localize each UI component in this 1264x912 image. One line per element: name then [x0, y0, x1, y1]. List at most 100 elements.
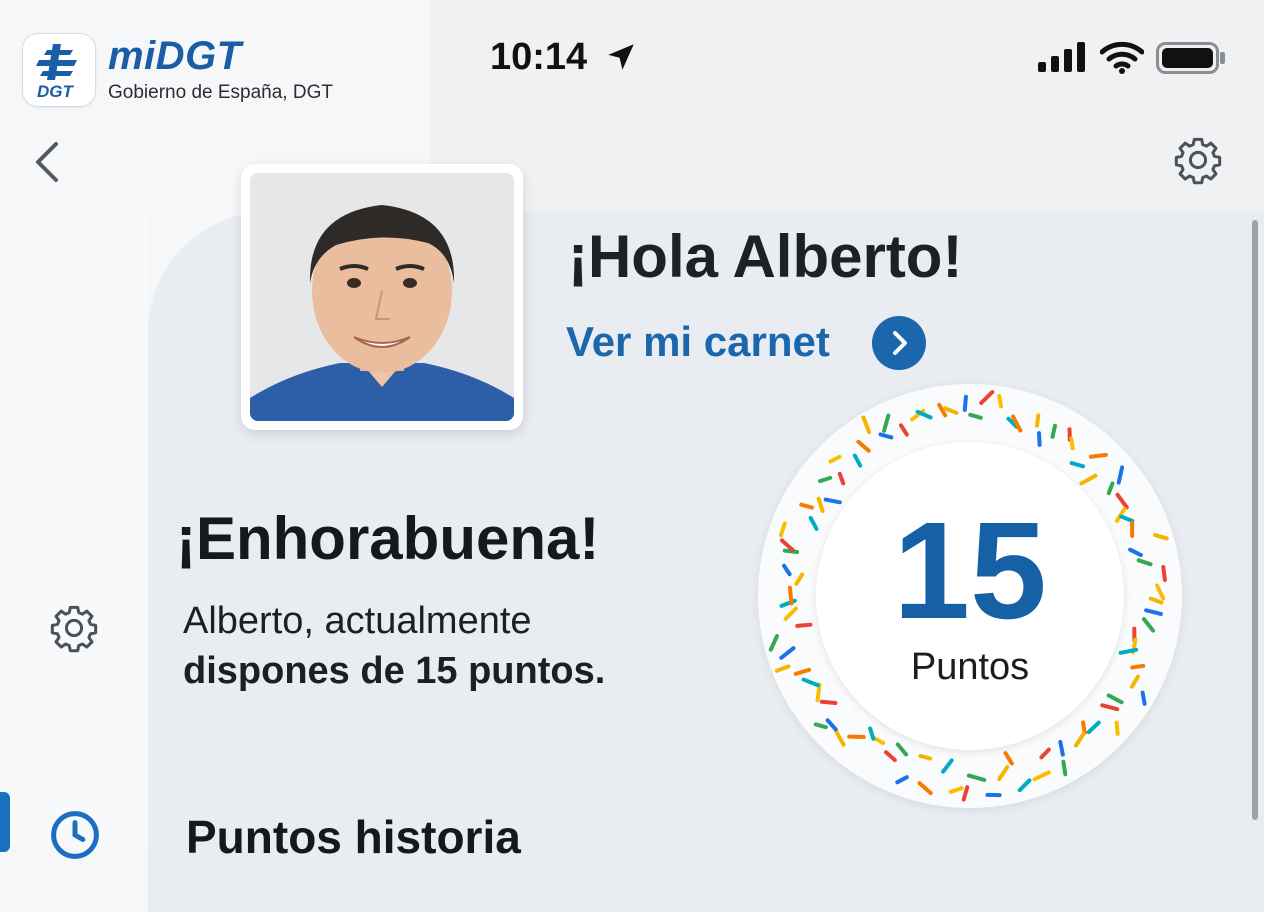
confetti-dash — [1151, 599, 1162, 603]
scrollbar[interactable] — [1252, 220, 1258, 820]
confetti-dash — [1144, 619, 1153, 630]
points-label: Puntos — [816, 646, 1124, 689]
confetti-dash — [999, 396, 1001, 406]
confetti-dash — [858, 442, 868, 451]
confetti-dash — [822, 702, 836, 703]
confetti-dash — [1091, 455, 1106, 457]
confetti-dash — [1130, 550, 1141, 555]
active-nav-indicator — [0, 792, 10, 852]
signal-icon — [1038, 42, 1088, 72]
confetti-dash — [1053, 426, 1055, 437]
confetti-dash — [820, 478, 830, 481]
confetti-dash — [796, 670, 809, 674]
confetti-dash — [1083, 722, 1085, 732]
confetti-dash — [1072, 463, 1083, 466]
location-arrow-icon — [604, 40, 638, 74]
chevron-left-icon[interactable] — [30, 138, 66, 186]
confetti-dash — [884, 416, 888, 431]
confetti-dash — [999, 767, 1007, 779]
confetti-dash — [1109, 695, 1122, 702]
confetti-dash — [981, 392, 992, 403]
confetti-dash — [840, 474, 843, 484]
confetti-dash — [796, 574, 802, 583]
confetti-dash — [1143, 693, 1145, 704]
confetti-dash — [1155, 535, 1167, 538]
confetti-dash — [1132, 666, 1143, 668]
confetti-dash — [1157, 586, 1163, 599]
confetti-dash — [1060, 742, 1063, 755]
greeting-title: ¡Hola Alberto! — [568, 222, 962, 291]
confetti-dash — [1041, 750, 1048, 758]
confetti-dash — [1035, 772, 1049, 779]
confetti-dash — [918, 412, 931, 418]
confetti-dash — [1146, 610, 1161, 614]
confetti-dash — [943, 760, 952, 771]
confetti-dash — [886, 752, 895, 760]
logo-text: DGT — [37, 82, 73, 102]
confetti-dash — [870, 729, 873, 739]
confetti-dash — [1102, 705, 1117, 709]
confetti-dash — [855, 456, 860, 466]
confetti-dash — [965, 397, 966, 410]
confetti-dash — [1117, 723, 1118, 734]
confetti-dash — [1119, 467, 1122, 482]
confetti-dash — [1037, 415, 1038, 425]
points-message-line1: Alberto, actualmente — [183, 600, 532, 643]
gear-icon[interactable] — [1172, 134, 1224, 186]
status-time: 10:14 — [490, 36, 587, 79]
confetti-dash — [874, 738, 883, 743]
confetti-dash — [784, 566, 790, 574]
confetti-dash — [945, 408, 956, 413]
app-subtitle: Gobierno de España, DGT — [108, 82, 333, 104]
confetti-dash — [1163, 567, 1165, 580]
confetti-dash — [1063, 762, 1065, 774]
confetti-dash — [801, 505, 812, 508]
confetti-dash — [797, 625, 810, 626]
confetti-dash — [786, 608, 796, 618]
points-gauge: 15 Puntos — [758, 384, 1182, 808]
confetti-dash — [969, 776, 984, 780]
confetti-dash — [863, 418, 869, 433]
gear-icon[interactable] — [48, 602, 100, 654]
congrats-title: ¡Enhorabuena! — [176, 504, 599, 573]
app-name: miDGT — [108, 34, 242, 79]
confetti-dash — [1071, 438, 1072, 448]
header-background — [430, 0, 1264, 212]
confetti-dash — [1081, 476, 1095, 484]
confetti-dash — [897, 777, 907, 782]
confetti-dash — [828, 720, 836, 729]
confetti-dash — [1132, 677, 1138, 687]
dgt-logo: DGT — [22, 33, 96, 107]
confetti-dash — [881, 434, 892, 437]
confetti-dash — [1089, 723, 1099, 733]
confetti-dash — [782, 540, 793, 550]
confetti-dash — [1006, 753, 1012, 763]
view-license-link[interactable]: Ver mi carnet — [566, 318, 830, 366]
confetti-dash — [781, 648, 793, 658]
clock-icon[interactable] — [48, 808, 102, 862]
confetti-dash — [964, 787, 967, 799]
confetti-dash — [771, 636, 777, 650]
confetti-dash — [777, 666, 789, 670]
confetti-dash — [951, 788, 962, 792]
side-rail — [0, 212, 148, 848]
confetti-dash — [1109, 483, 1113, 493]
confetti-dash — [901, 425, 907, 434]
confetti-dash — [836, 731, 844, 745]
confetti-dash — [830, 457, 839, 462]
confetti-dash — [1139, 560, 1151, 564]
confetti-dash — [790, 588, 792, 604]
confetti-dash — [920, 756, 930, 759]
profile-photo-frame — [241, 164, 523, 430]
profile-photo — [250, 173, 514, 421]
battery-icon — [1156, 42, 1226, 74]
confetti-dash — [898, 744, 906, 754]
chevron-right-circle-icon[interactable] — [872, 316, 926, 370]
confetti-dash — [816, 724, 826, 727]
confetti-dash — [970, 415, 980, 418]
confetti-dash — [1039, 433, 1040, 445]
wifi-icon — [1100, 40, 1144, 74]
points-value: 15 — [816, 502, 1124, 640]
confetti-dash — [1076, 734, 1083, 746]
history-title: Puntos historia — [186, 810, 521, 864]
